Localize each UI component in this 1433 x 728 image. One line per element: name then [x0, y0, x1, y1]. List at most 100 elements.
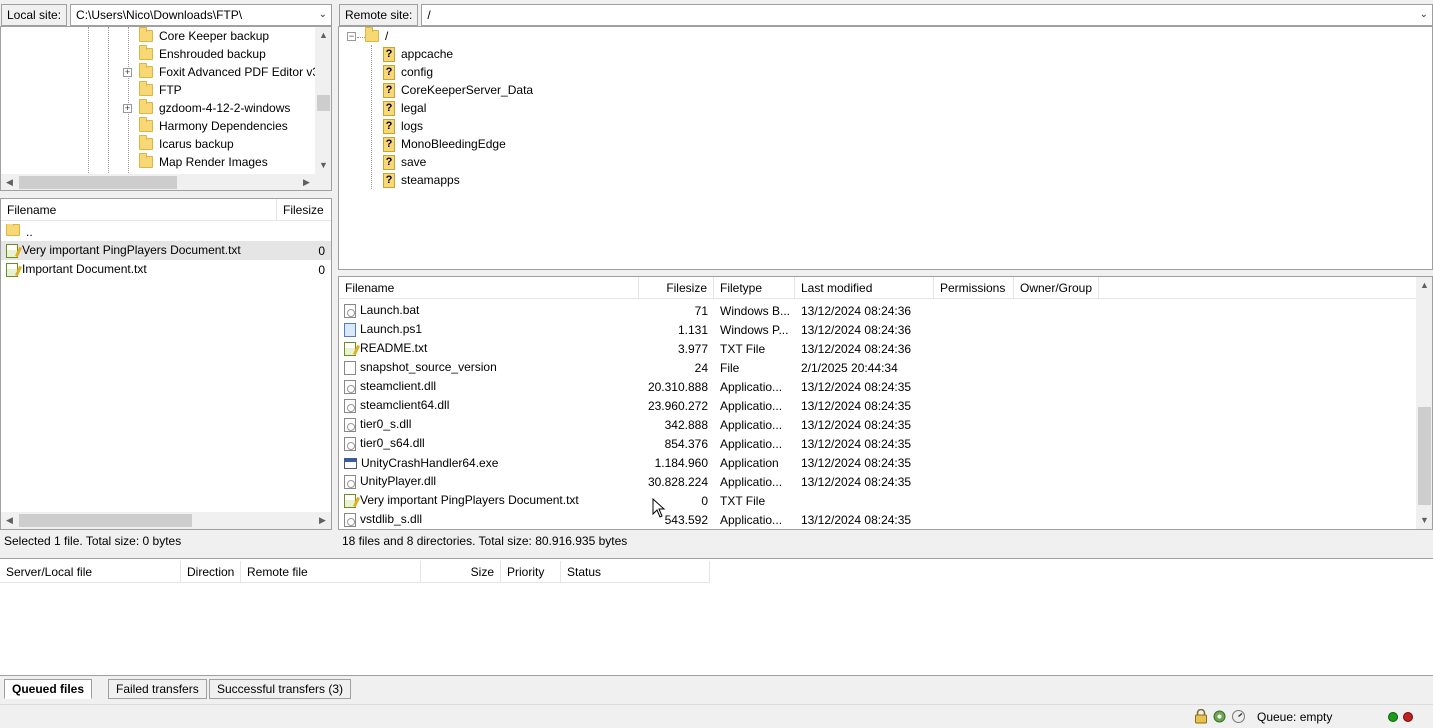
collapse-icon[interactable]: − [347, 32, 356, 41]
remote-file-name: tier0_s64.dll [360, 436, 425, 451]
queue-col-size[interactable]: Size [421, 560, 501, 583]
remote-tree-item[interactable]: ? CoreKeeperServer_Data [383, 81, 533, 99]
remote-file-name: UnityPlayer.dll [360, 474, 437, 489]
remote-file-row[interactable]: steamclient.dll 20.310.888 Applicatio... 13… [339, 377, 1416, 396]
remote-file-row[interactable]: README.txt 3.977 TXT File 13/12/2024 08:24:… [339, 339, 1416, 358]
scroll-up-icon[interactable]: ▲ [1416, 277, 1432, 294]
folder-icon [6, 224, 20, 236]
remote-file-type: Applicatio... [720, 436, 783, 451]
chevron-down-icon[interactable]: ⌄ [319, 5, 327, 25]
gear-icon[interactable] [1212, 709, 1227, 724]
remote-file-name: steamclient64.dll [360, 398, 450, 413]
scroll-right-icon[interactable]: ▶ [298, 174, 315, 190]
remote-file-row[interactable]: UnityPlayer.dll 30.828.224 Applicatio... 13… [339, 472, 1416, 491]
local-tree-item[interactable]: Core Keeper backup [139, 27, 269, 45]
remote-file-row[interactable]: snapshot_source_version 24 File 2/1/2025 20… [339, 358, 1416, 377]
remote-tree-item[interactable]: ? config [383, 63, 433, 81]
remote-col-permissions[interactable]: Permissions [934, 277, 1014, 299]
local-file-row-selected[interactable]: Very important PingPlayers Document.txt … [1, 241, 331, 260]
remote-file-modified: 13/12/2024 08:24:35 [801, 417, 912, 432]
remote-tree-panel[interactable]: − / ? appcache ? config ? CoreKeeperServer_… [338, 26, 1433, 270]
scroll-left-icon[interactable]: ◀ [1, 512, 18, 529]
queue-col-remote[interactable]: Remote file [241, 560, 421, 583]
remote-file-row[interactable]: tier0_s.dll 342.888 Applicatio... 13/12/202… [339, 415, 1416, 434]
expand-icon[interactable]: + [123, 68, 132, 77]
local-list-hscrollbar[interactable]: ◀ ▶ [1, 512, 331, 529]
remote-list-vscrollbar[interactable]: ▲ ▼ [1416, 277, 1432, 529]
local-tree-hscrollbar[interactable]: ◀ ▶ [1, 174, 331, 190]
remote-file-list[interactable]: ⌃ Filename Filesize Filetype Last modifi… [338, 276, 1433, 530]
scroll-left-icon[interactable]: ◀ [1, 174, 18, 190]
remote-col-filesize[interactable]: Filesize [639, 277, 714, 299]
queue-col-direction[interactable]: Direction [181, 560, 241, 583]
remote-file-modified: 13/12/2024 08:24:35 [801, 455, 912, 470]
local-tree-item[interactable]: Icarus backup [139, 135, 234, 153]
remote-file-row[interactable]: tier0_s64.dll 854.376 Applicatio... 13/12/2… [339, 434, 1416, 453]
unknown-folder-icon: ? [383, 118, 395, 134]
local-path-combo[interactable]: C:\Users\Nico\Downloads\FTP\ ⌄ [70, 4, 332, 26]
remote-file-type: Application [720, 455, 779, 470]
scroll-thumb[interactable] [19, 514, 192, 527]
speed-limit-icon[interactable] [1231, 709, 1246, 724]
scroll-thumb[interactable] [1418, 407, 1431, 505]
local-list-header: Filename Filesize [1, 199, 331, 221]
local-tree-vscrollbar[interactable]: ▲ ▼ [315, 27, 331, 174]
queue-col-status[interactable]: Status [561, 560, 710, 583]
remote-file-name: vstdlib_s.dll [360, 512, 423, 527]
local-file-list[interactable]: Filename Filesize .. Very important Ping… [0, 198, 332, 530]
remote-file-modified: 13/12/2024 08:24:36 [801, 303, 912, 318]
local-tree-item[interactable]: gzdoom-4-12-2-windows [139, 99, 290, 117]
local-tree-item[interactable]: Enshrouded backup [139, 45, 266, 63]
local-col-filename[interactable]: Filename [1, 199, 277, 221]
remote-file-row[interactable]: Launch.ps1 1.131 Windows P... 13/12/2024 08… [339, 320, 1416, 339]
local-tree-item[interactable]: Harmony Dependencies [139, 117, 288, 135]
queue-col-server[interactable]: Server/Local file [0, 560, 181, 583]
remote-file-type: Applicatio... [720, 379, 783, 394]
remote-tree-item[interactable]: ? legal [383, 99, 426, 117]
local-tree-item[interactable]: Map Render Images [139, 153, 268, 171]
queue-col-priority[interactable]: Priority [501, 560, 561, 583]
local-col-filesize[interactable]: Filesize [277, 199, 329, 221]
lock-icon[interactable] [1194, 708, 1208, 724]
remote-file-row[interactable]: UnityCrashHandler64.exe 1.184.960 Applicat… [339, 453, 1416, 472]
remote-col-owner[interactable]: Owner/Group [1014, 277, 1099, 299]
local-file-row[interactable]: .. [1, 222, 331, 241]
tab-successful-transfers[interactable]: Successful transfers (3) [209, 679, 352, 699]
tab-queued-files[interactable]: Queued files [4, 679, 93, 699]
remote-tree-item[interactable]: ? steamapps [383, 171, 460, 189]
remote-col-filetype[interactable]: Filetype [714, 277, 795, 299]
queue-header: Server/Local file Direction Remote file … [0, 560, 710, 583]
tab-failed-transfers[interactable]: Failed transfers [108, 679, 207, 699]
remote-file-type: Applicatio... [720, 512, 783, 527]
remote-tree-item[interactable]: ? appcache [383, 45, 453, 63]
local-tree-panel[interactable]: + + Core Keeper backup Enshrouded backup… [0, 26, 332, 191]
remote-file-name: Very important PingPlayers Document.txt [360, 493, 579, 508]
chevron-down-icon[interactable]: ⌄ [1420, 5, 1428, 25]
remote-file-row[interactable]: Very important PingPlayers Document.txt 0… [339, 491, 1416, 510]
remote-col-filename[interactable]: Filename [339, 277, 639, 299]
local-tree-item-selected[interactable]: FTP [139, 81, 182, 99]
scroll-thumb[interactable] [19, 176, 177, 189]
scroll-down-icon[interactable]: ▼ [315, 157, 331, 174]
remote-file-modified: 13/12/2024 08:24:36 [801, 322, 912, 337]
transfer-queue-panel[interactable]: Server/Local file Direction Remote file … [0, 558, 1433, 676]
remote-site-label: Remote site: [339, 4, 419, 26]
remote-col-modified[interactable]: Last modified [795, 277, 934, 299]
remote-tree-item[interactable]: ? save [383, 153, 426, 171]
remote-path-combo[interactable]: / ⌄ [421, 4, 1433, 26]
scroll-right-icon[interactable]: ▶ [314, 512, 331, 529]
local-tree-item[interactable]: Foxit Advanced PDF Editor v3 [139, 63, 319, 81]
local-file-row[interactable]: Important Document.txt 0 [1, 260, 331, 279]
scroll-down-icon[interactable]: ▼ [1416, 512, 1432, 529]
remote-tree-root[interactable]: / [365, 27, 388, 45]
remote-file-row[interactable]: steamclient64.dll 23.960.272 Applicatio...… [339, 396, 1416, 415]
expand-icon[interactable]: + [123, 104, 132, 113]
remote-file-row[interactable]: Launch.bat 71 Windows B... 13/12/2024 08:24… [339, 301, 1416, 320]
remote-tree-item[interactable]: ? MonoBleedingEdge [383, 135, 506, 153]
scroll-thumb[interactable] [317, 95, 330, 111]
remote-file-type: Applicatio... [720, 398, 783, 413]
remote-file-row[interactable]: vstdlib_s.dll 543.592 Applicatio... 13/12/2… [339, 510, 1416, 529]
scroll-up-icon[interactable]: ▲ [315, 27, 331, 44]
remote-file-modified: 13/12/2024 08:24:35 [801, 398, 912, 413]
remote-tree-item[interactable]: ? logs [383, 117, 423, 135]
